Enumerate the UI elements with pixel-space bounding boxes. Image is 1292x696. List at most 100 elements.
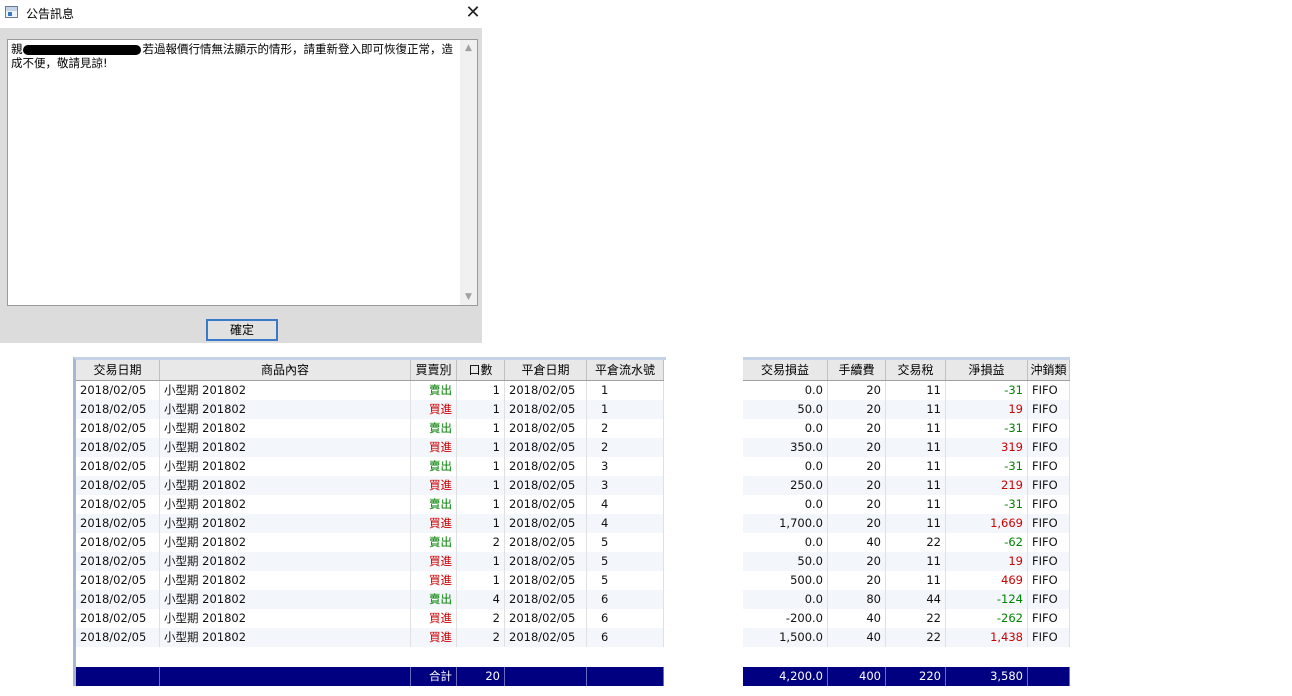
cell-tax: 22 bbox=[886, 628, 946, 647]
cell-product: 小型期 201802 bbox=[160, 571, 411, 590]
column-header-trade-date[interactable]: 交易日期 bbox=[76, 360, 160, 380]
table-row[interactable]: 2018/02/05 小型期 201802 賣出 1 2018/02/05 2 bbox=[76, 419, 664, 438]
dialog-title: 公告訊息 bbox=[26, 7, 75, 21]
table-row[interactable]: 2018/02/05 小型期 201802 買進 1 2018/02/05 3 bbox=[76, 476, 664, 495]
table-row[interactable]: 2018/02/05 小型期 201802 買進 1 2018/02/05 1 bbox=[76, 400, 664, 419]
column-header-close-date[interactable]: 平倉日期 bbox=[505, 360, 587, 380]
cell-net-pnl: -262 bbox=[946, 609, 1028, 628]
cell-net-pnl: 1,669 bbox=[946, 514, 1028, 533]
table-header: 交易日期 商品內容 買賣別 口數 平倉日期 平倉流水號 bbox=[76, 360, 664, 381]
table-row[interactable]: 2018/02/05 小型期 201802 買進 1 2018/02/05 5 bbox=[76, 552, 664, 571]
cell-trade-date: 2018/02/05 bbox=[76, 514, 160, 533]
cell-trade-date: 2018/02/05 bbox=[76, 628, 160, 647]
table-row[interactable]: 2018/02/05 小型期 201802 賣出 1 2018/02/05 1 bbox=[76, 381, 664, 400]
total-cell-quantity: 20 bbox=[457, 667, 505, 686]
table-row[interactable]: 1,700.0 20 11 1,669 FIFO bbox=[743, 514, 1070, 533]
column-header-net-pnl[interactable]: 淨損益 bbox=[946, 360, 1028, 380]
table-row[interactable]: 0.0 80 44 -124 FIFO bbox=[743, 590, 1070, 609]
cell-offset-type: FIFO bbox=[1028, 628, 1070, 647]
cell-trade-date: 2018/02/05 bbox=[76, 419, 160, 438]
cell-trade-date: 2018/02/05 bbox=[76, 571, 160, 590]
cell-net-pnl: -124 bbox=[946, 590, 1028, 609]
announcement-dialog: 公告訊息 ✕ 親若過報價行情無法顯示的情形，請重新登入即可恢復正常，造成不便，敬… bbox=[0, 0, 482, 343]
cell-tax: 11 bbox=[886, 552, 946, 571]
table-row[interactable]: 2018/02/05 小型期 201802 賣出 4 2018/02/05 6 bbox=[76, 590, 664, 609]
column-header-trade-pnl[interactable]: 交易損益 bbox=[743, 360, 828, 380]
scroll-up-icon[interactable]: ▲ bbox=[460, 41, 477, 55]
column-header-product[interactable]: 商品內容 bbox=[160, 360, 411, 380]
column-header-quantity[interactable]: 口數 bbox=[457, 360, 505, 380]
table-row[interactable]: 2018/02/05 小型期 201802 賣出 2 2018/02/05 5 bbox=[76, 533, 664, 552]
cell-close-seq: 3 bbox=[587, 476, 664, 495]
table-row[interactable]: 2018/02/05 小型期 201802 買進 1 2018/02/05 4 bbox=[76, 514, 664, 533]
cell-close-seq: 6 bbox=[587, 609, 664, 628]
column-header-fee[interactable]: 手續費 bbox=[828, 360, 886, 380]
cell-product: 小型期 201802 bbox=[160, 495, 411, 514]
table-row[interactable]: 2018/02/05 小型期 201802 買進 2 2018/02/05 6 bbox=[76, 609, 664, 628]
cell-net-pnl: 319 bbox=[946, 438, 1028, 457]
cell-trade-date: 2018/02/05 bbox=[76, 457, 160, 476]
cell-product: 小型期 201802 bbox=[160, 609, 411, 628]
table-row[interactable]: 2018/02/05 小型期 201802 買進 1 2018/02/05 2 bbox=[76, 438, 664, 457]
cell-side: 買進 bbox=[411, 438, 457, 457]
cell-quantity: 1 bbox=[457, 381, 505, 400]
cell-product: 小型期 201802 bbox=[160, 419, 411, 438]
cell-side: 賣出 bbox=[411, 457, 457, 476]
message-textbox[interactable]: 親若過報價行情無法顯示的情形，請重新登入即可恢復正常，造成不便，敬請見諒! ▲ … bbox=[7, 39, 478, 306]
cell-trade-date: 2018/02/05 bbox=[76, 400, 160, 419]
table-row[interactable]: 500.0 20 11 469 FIFO bbox=[743, 571, 1070, 590]
table-row[interactable]: 0.0 20 11 -31 FIFO bbox=[743, 495, 1070, 514]
table-row[interactable]: 2018/02/05 小型期 201802 賣出 1 2018/02/05 3 bbox=[76, 457, 664, 476]
cell-product: 小型期 201802 bbox=[160, 476, 411, 495]
cell-trade-date: 2018/02/05 bbox=[76, 495, 160, 514]
cell-net-pnl: 219 bbox=[946, 476, 1028, 495]
cell-tax: 44 bbox=[886, 590, 946, 609]
table-row[interactable]: 350.0 20 11 319 FIFO bbox=[743, 438, 1070, 457]
cell-trade-pnl: 50.0 bbox=[743, 400, 828, 419]
cell-fee: 20 bbox=[828, 514, 886, 533]
cell-product: 小型期 201802 bbox=[160, 438, 411, 457]
cell-trade-pnl: 0.0 bbox=[743, 495, 828, 514]
cell-trade-pnl: 0.0 bbox=[743, 381, 828, 400]
table-row[interactable]: -200.0 40 22 -262 FIFO bbox=[743, 609, 1070, 628]
cell-tax: 22 bbox=[886, 533, 946, 552]
cell-offset-type: FIFO bbox=[1028, 590, 1070, 609]
cell-tax: 11 bbox=[886, 514, 946, 533]
table-row[interactable]: 2018/02/05 小型期 201802 買進 2 2018/02/05 6 bbox=[76, 628, 664, 647]
cell-tax: 11 bbox=[886, 571, 946, 590]
cell-trade-date: 2018/02/05 bbox=[76, 476, 160, 495]
table-row[interactable]: 0.0 20 11 -31 FIFO bbox=[743, 457, 1070, 476]
table-row[interactable]: 0.0 20 11 -31 FIFO bbox=[743, 419, 1070, 438]
table-row[interactable]: 0.0 40 22 -62 FIFO bbox=[743, 533, 1070, 552]
close-icon[interactable]: ✕ bbox=[461, 3, 485, 23]
scroll-down-icon[interactable]: ▼ bbox=[460, 290, 477, 304]
cell-fee: 20 bbox=[828, 571, 886, 590]
cell-side: 賣出 bbox=[411, 590, 457, 609]
cell-close-seq: 5 bbox=[587, 533, 664, 552]
column-header-side[interactable]: 買賣別 bbox=[411, 360, 457, 380]
column-header-offset-type[interactable]: 沖銷類 bbox=[1028, 360, 1070, 380]
cell-trade-date: 2018/02/05 bbox=[76, 533, 160, 552]
table-row[interactable]: 2018/02/05 小型期 201802 買進 1 2018/02/05 5 bbox=[76, 571, 664, 590]
column-header-tax[interactable]: 交易稅 bbox=[886, 360, 946, 380]
cell-product: 小型期 201802 bbox=[160, 514, 411, 533]
cell-trade-pnl: 250.0 bbox=[743, 476, 828, 495]
cell-side: 賣出 bbox=[411, 381, 457, 400]
table-row[interactable]: 0.0 20 11 -31 FIFO bbox=[743, 381, 1070, 400]
ok-button[interactable]: 確定 bbox=[206, 319, 278, 341]
cell-net-pnl: 1,438 bbox=[946, 628, 1028, 647]
table-row[interactable]: 2018/02/05 小型期 201802 賣出 1 2018/02/05 4 bbox=[76, 495, 664, 514]
table-row[interactable]: 250.0 20 11 219 FIFO bbox=[743, 476, 1070, 495]
table-row[interactable]: 50.0 20 11 19 FIFO bbox=[743, 400, 1070, 419]
table-row[interactable]: 50.0 20 11 19 FIFO bbox=[743, 552, 1070, 571]
cell-close-seq: 6 bbox=[587, 590, 664, 609]
cell-trade-pnl: -200.0 bbox=[743, 609, 828, 628]
cell-net-pnl: -62 bbox=[946, 533, 1028, 552]
cell-net-pnl: 19 bbox=[946, 400, 1028, 419]
table-row[interactable]: 1,500.0 40 22 1,438 FIFO bbox=[743, 628, 1070, 647]
message-scrollbar[interactable]: ▲ ▼ bbox=[460, 40, 477, 305]
totals-row: 合計 20 bbox=[76, 667, 664, 686]
cell-close-date: 2018/02/05 bbox=[505, 514, 587, 533]
cell-offset-type: FIFO bbox=[1028, 514, 1070, 533]
column-header-close-seq[interactable]: 平倉流水號 bbox=[587, 360, 664, 380]
